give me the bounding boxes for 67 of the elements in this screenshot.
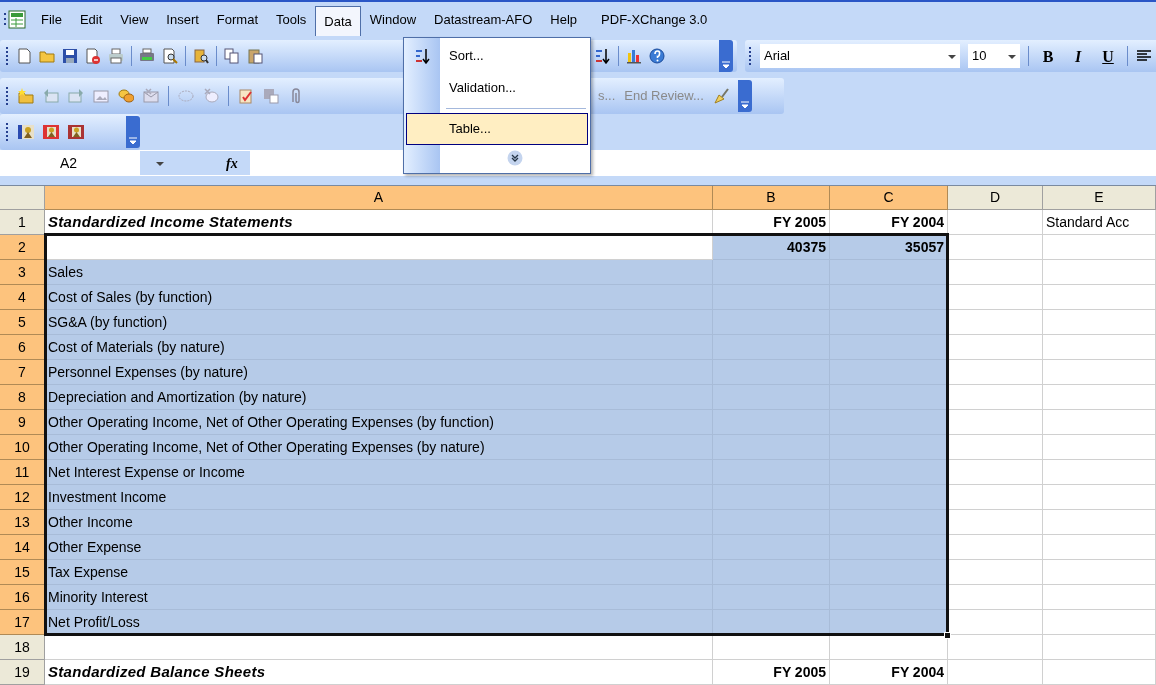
- bold-button[interactable]: B: [1037, 45, 1059, 67]
- column-header[interactable]: D: [948, 186, 1043, 210]
- table-cell[interactable]: FY 2005: [713, 660, 830, 685]
- table-cell[interactable]: Standardized Balance Sheets: [45, 660, 713, 685]
- font-size-dropdown[interactable]: 10: [968, 44, 1020, 68]
- row-header[interactable]: 11: [0, 460, 45, 485]
- table-cell[interactable]: Other Income: [45, 510, 713, 535]
- row-header[interactable]: 3: [0, 260, 45, 285]
- italic-button[interactable]: I: [1067, 45, 1089, 67]
- table-cell[interactable]: Other Operating Income, Net of Other Operating Expenses (by nature): [45, 435, 713, 460]
- table-cell[interactable]: Personnel Expenses (by nature): [45, 360, 713, 385]
- column-header[interactable]: E: [1043, 186, 1156, 210]
- row-header[interactable]: 14: [0, 535, 45, 560]
- font-name: Arial: [764, 47, 790, 66]
- table-cell[interactable]: Sales: [45, 260, 713, 285]
- menu-item[interactable]: Insert: [157, 6, 208, 34]
- row-header[interactable]: 4: [0, 285, 45, 310]
- row-header[interactable]: 18: [0, 635, 45, 660]
- table-cell[interactable]: 40375: [713, 235, 830, 260]
- menu-item[interactable]: Format: [207, 6, 267, 34]
- table-cell[interactable]: Minority Interest: [45, 585, 713, 610]
- insert-function-button[interactable]: fx: [210, 151, 250, 175]
- table-cell[interactable]: Other Operating Income, Net of Other Operating Expenses (by function): [45, 410, 713, 435]
- menu-command[interactable]: Validation...: [406, 72, 588, 104]
- row-header[interactable]: 15: [0, 560, 45, 585]
- table-cell[interactable]: 35057: [830, 235, 948, 260]
- underline-button[interactable]: U: [1097, 45, 1119, 67]
- row-header[interactable]: 5: [0, 310, 45, 335]
- menu-item[interactable]: Datastream-AFO: [425, 6, 542, 34]
- menu-item[interactable]: Edit: [70, 6, 112, 34]
- column-header[interactable]: C: [830, 186, 948, 210]
- column-header[interactable]: A: [45, 186, 713, 210]
- font-name-dropdown[interactable]: Arial: [760, 44, 960, 68]
- row-header[interactable]: 9: [0, 410, 45, 435]
- table-cell[interactable]: Net Interest Expense or Income: [45, 460, 713, 485]
- row-header[interactable]: 8: [0, 385, 45, 410]
- row-header[interactable]: 13: [0, 510, 45, 535]
- row-header[interactable]: 16: [0, 585, 45, 610]
- row-header[interactable]: 6: [0, 335, 45, 360]
- table-cell[interactable]: FY 2004: [830, 660, 948, 685]
- table-cell[interactable]: SG&A (by function): [45, 310, 713, 335]
- row-header[interactable]: 7: [0, 360, 45, 385]
- menu-item[interactable]: PDF-XChange 3.0: [592, 6, 717, 34]
- menu-item[interactable]: Tools: [267, 6, 316, 34]
- row-header[interactable]: 12: [0, 485, 45, 510]
- table-cell[interactable]: Investment Income: [45, 485, 713, 510]
- menu-command[interactable]: Table...: [406, 113, 588, 145]
- table-cell[interactable]: Standard Acc: [1043, 210, 1156, 235]
- row-header[interactable]: 10: [0, 435, 45, 460]
- table-cell[interactable]: Cost of Sales (by function): [45, 285, 713, 310]
- table-cell[interactable]: Other Expense: [45, 535, 713, 560]
- table-cell[interactable]: Net Profit/Loss: [45, 610, 713, 635]
- row-header[interactable]: 2: [0, 235, 45, 260]
- row-header[interactable]: 19: [0, 660, 45, 685]
- column-header[interactable]: B: [713, 186, 830, 210]
- font-size: 10: [972, 47, 987, 66]
- table-cell[interactable]: Depreciation and Amortization (by nature): [45, 385, 713, 410]
- table-cell[interactable]: Standardized Income Statements: [45, 210, 713, 235]
- menu-item[interactable]: Window: [360, 6, 426, 34]
- menu-item[interactable]: Help: [541, 6, 587, 34]
- menu-item[interactable]: Data: [315, 6, 361, 36]
- table-cell[interactable]: Cost of Materials (by nature): [45, 335, 713, 360]
- menu-item[interactable]: File: [32, 6, 71, 34]
- menu-item[interactable]: View: [111, 6, 158, 34]
- row-header[interactable]: 1: [0, 210, 45, 235]
- table-cell[interactable]: Tax Expense: [45, 560, 713, 585]
- row-header[interactable]: 17: [0, 610, 45, 635]
